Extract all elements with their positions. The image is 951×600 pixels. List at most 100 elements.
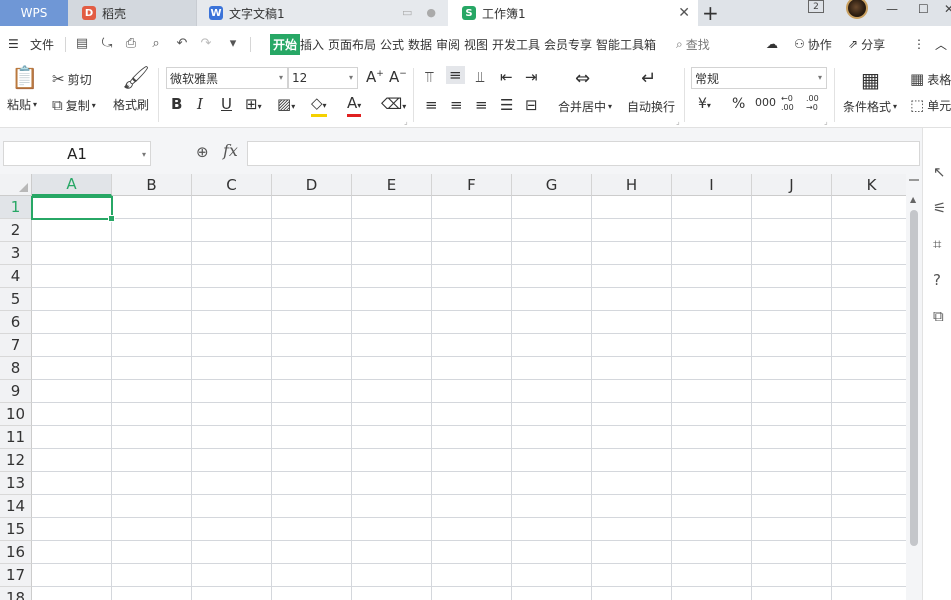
print-icon[interactable]: ⎙ — [124, 37, 138, 51]
row-header-4[interactable]: 4 — [0, 265, 32, 288]
menu-tab-page-layout[interactable]: 页面布局 — [328, 26, 376, 62]
minimize-icon[interactable]: — — [886, 2, 898, 16]
row-header-12[interactable]: 12 — [0, 449, 32, 472]
thousands-separator-button[interactable]: 000 — [755, 96, 776, 109]
format-painter-button[interactable]: 格式刷 — [113, 96, 149, 113]
undo-icon[interactable]: ↶ — [175, 37, 189, 51]
row-header-14[interactable]: 14 — [0, 495, 32, 518]
align-top-icon[interactable]: ⫪ — [425, 68, 433, 86]
decrease-indent-icon[interactable]: ⇤ — [500, 68, 513, 86]
row-header-17[interactable]: 17 — [0, 564, 32, 587]
merge-center-icon[interactable]: ⇔ — [575, 68, 590, 89]
menu-tab-data[interactable]: 数据 — [408, 26, 432, 62]
save-as-icon[interactable]: ⤿ — [100, 37, 114, 51]
tab-wps-home[interactable]: WPS — [0, 0, 68, 26]
bold-button[interactable]: B — [171, 95, 182, 113]
insert-function-button[interactable]: fx — [223, 141, 238, 160]
menu-tab-insert[interactable]: 插入 — [300, 26, 324, 62]
row-header-11[interactable]: 11 — [0, 426, 32, 449]
align-right-icon[interactable]: ≡ — [475, 96, 488, 114]
column-header-d[interactable]: D — [272, 174, 352, 196]
select-all-corner[interactable] — [0, 174, 32, 196]
search-box[interactable]: ⌕ 查找 — [676, 26, 710, 62]
scroll-split-handle[interactable] — [909, 179, 919, 181]
help-icon[interactable]: ? — [933, 271, 941, 289]
cut-button[interactable]: ✂ 剪切 — [52, 70, 92, 88]
selected-cell-a1[interactable] — [31, 196, 115, 222]
column-header-a[interactable]: A — [32, 174, 112, 196]
align-bottom-icon[interactable]: ⫫ — [476, 68, 484, 86]
window-count-badge[interactable]: 2 — [808, 0, 824, 13]
column-header-f[interactable]: F — [432, 174, 512, 196]
row-header-16[interactable]: 16 — [0, 541, 32, 564]
menu-tab-home[interactable]: 开始 — [270, 26, 301, 62]
menu-tab-formulas[interactable]: 公式 — [380, 26, 404, 62]
row-header-18[interactable]: 18 — [0, 587, 32, 600]
scroll-thumb[interactable] — [910, 210, 918, 546]
merge-center-button[interactable]: 合并居中 ▾ — [558, 98, 612, 115]
italic-button[interactable]: I — [197, 95, 203, 113]
menu-tab-developer[interactable]: 开发工具 — [492, 26, 540, 62]
conditional-format-button[interactable]: 条件格式 ▾ — [843, 98, 897, 115]
paste-button[interactable]: 粘贴 ▾ — [7, 96, 37, 113]
format-painter-icon[interactable]: 🖌 — [122, 66, 150, 91]
collapse-ribbon-icon[interactable]: ︿ — [935, 26, 947, 62]
share-button[interactable]: ⇗ 分享 — [848, 26, 885, 62]
increase-font-icon[interactable]: A+ — [366, 68, 384, 86]
gallery-icon[interactable]: ⧉ — [933, 307, 944, 325]
column-header-b[interactable]: B — [112, 174, 192, 196]
currency-button[interactable]: ¥▾ — [698, 96, 711, 112]
increase-decimal-button[interactable]: ←0 .00 — [781, 94, 794, 112]
justify-icon[interactable]: ☰ — [500, 96, 513, 114]
clear-format-icon[interactable]: ⌫▾ — [381, 95, 406, 113]
cell-style-button[interactable]: ⬚ 单元 — [910, 96, 951, 114]
column-header-e[interactable]: E — [352, 174, 432, 196]
vertical-scrollbar[interactable]: ▲ — [906, 174, 922, 600]
column-header-g[interactable]: G — [512, 174, 592, 196]
properties-icon[interactable]: ⚟ — [933, 199, 946, 217]
decrease-font-icon[interactable]: A− — [389, 68, 407, 86]
maximize-icon[interactable]: ☐ — [918, 2, 929, 16]
spreadsheet-grid[interactable]: ABCDEFGHIJK 1 2 3 4 5 6 7 8 9 10 11 12 13 14 15 16 17 18 — [0, 174, 906, 600]
quick-access-dropdown-icon[interactable]: ▾ — [226, 37, 240, 51]
select-pointer-icon[interactable]: ↖ — [933, 163, 946, 181]
fill-pattern-icon[interactable]: ▨▾ — [277, 95, 295, 113]
column-header-h[interactable]: H — [592, 174, 672, 196]
column-header-c[interactable]: C — [192, 174, 272, 196]
row-header-15[interactable]: 15 — [0, 518, 32, 541]
hamburger-menu-icon[interactable]: ☰ — [8, 26, 19, 62]
copy-button[interactable]: ⧉ 复制 ▾ — [52, 96, 96, 114]
row-header-2[interactable]: 2 — [0, 219, 32, 242]
font-dialog-launcher-icon[interactable]: ⌟ — [404, 117, 408, 126]
column-header-k[interactable]: K — [832, 174, 906, 196]
tab-daoke[interactable]: D 稻壳 — [68, 0, 196, 26]
borders-icon[interactable]: ⊞▾ — [245, 95, 262, 113]
font-color-icon[interactable]: A▾ — [347, 95, 362, 117]
wrap-text-icon[interactable]: ↵ — [641, 68, 656, 89]
close-window-icon[interactable]: ✕ — [944, 2, 951, 16]
row-header-1[interactable]: 1 — [0, 196, 32, 219]
user-avatar[interactable] — [846, 0, 868, 19]
column-header-i[interactable]: I — [672, 174, 752, 196]
row-header-5[interactable]: 5 — [0, 288, 32, 311]
formula-input[interactable] — [247, 141, 920, 166]
row-header-9[interactable]: 9 — [0, 380, 32, 403]
align-left-icon[interactable]: ≡ — [425, 96, 438, 114]
file-menu[interactable]: 文件 — [30, 26, 54, 62]
menu-tab-review[interactable]: 审阅 — [436, 26, 460, 62]
close-tab-icon[interactable]: ✕ — [678, 5, 690, 21]
row-header-7[interactable]: 7 — [0, 334, 32, 357]
decrease-decimal-button[interactable]: .00 →0 — [806, 94, 819, 112]
wrap-text-button[interactable]: 自动换行 — [627, 98, 675, 115]
number-format-select[interactable]: 常规 ▾ — [691, 67, 827, 89]
row-header-6[interactable]: 6 — [0, 311, 32, 334]
tab-workbook[interactable]: S 工作簿1 ✕ — [448, 0, 698, 26]
underline-button[interactable]: U — [221, 95, 232, 113]
menu-tab-member[interactable]: 会员专享 — [544, 26, 592, 62]
align-middle-icon[interactable]: ≡ — [446, 66, 465, 84]
cloud-sync-icon[interactable]: ☁ — [766, 26, 778, 62]
table-style-button[interactable]: ▦ 表格 — [910, 70, 951, 88]
font-name-select[interactable]: 微软雅黑 ▾ — [166, 67, 288, 89]
align-center-icon[interactable]: ≡ — [450, 96, 463, 114]
row-header-3[interactable]: 3 — [0, 242, 32, 265]
